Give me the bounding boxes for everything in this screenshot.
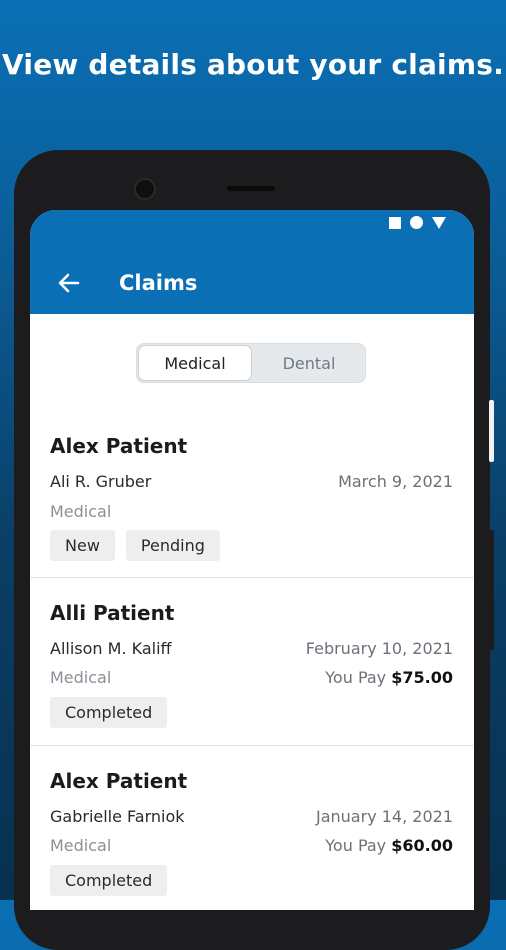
claim-card[interactable]: Alli Patient Allison M. Kaliff February … [30, 578, 474, 746]
claim-card[interactable]: Alex Patient Ali R. Gruber March 9, 2021… [30, 414, 474, 578]
status-badge: Completed [50, 697, 168, 728]
app-screen: Claims Medical Dental Alex Patient Ali R… [30, 210, 474, 910]
circle-icon [410, 216, 423, 229]
camera-icon [134, 178, 156, 200]
tab-medical[interactable]: Medical [138, 345, 252, 381]
claim-date: March 9, 2021 [338, 472, 453, 491]
side-button [489, 530, 494, 650]
you-pay-amount: You Pay $75.00 [325, 668, 453, 687]
status-badge: Pending [125, 530, 220, 561]
pay-amount: $60.00 [391, 836, 453, 855]
patient-name: Alex Patient [50, 434, 188, 458]
claim-type: Medical [50, 502, 112, 521]
you-pay-label: You Pay [325, 836, 387, 855]
promo-headline: View details about your claims. [2, 48, 504, 81]
claim-card[interactable]: Alex Patient Gabrielle Farniok January 1… [30, 746, 474, 910]
arrow-left-icon[interactable] [56, 270, 82, 296]
page-title: Claims [119, 271, 198, 295]
pay-amount: $75.00 [391, 668, 453, 687]
claim-type-toggle: Medical Dental [136, 343, 366, 383]
provider-name: Gabrielle Farniok [50, 807, 185, 826]
provider-name: Allison M. Kaliff [50, 639, 172, 658]
patient-name: Alli Patient [50, 601, 175, 625]
status-bar [389, 216, 446, 229]
patient-name: Alex Patient [50, 769, 188, 793]
triangle-icon [432, 216, 446, 229]
claim-type: Medical [50, 668, 112, 687]
status-badge: Completed [50, 865, 168, 896]
claim-date: February 10, 2021 [305, 639, 453, 658]
speaker-grille [227, 186, 275, 191]
square-icon [389, 216, 401, 229]
status-badge: New [50, 530, 115, 561]
side-button [489, 400, 494, 462]
claim-type: Medical [50, 836, 112, 855]
app-bar: Claims [30, 210, 474, 314]
you-pay-label: You Pay [325, 668, 387, 687]
claim-date: January 14, 2021 [316, 807, 453, 826]
you-pay-amount: You Pay $60.00 [325, 836, 453, 855]
tab-dental[interactable]: Dental [253, 344, 365, 382]
provider-name: Ali R. Gruber [50, 472, 152, 491]
